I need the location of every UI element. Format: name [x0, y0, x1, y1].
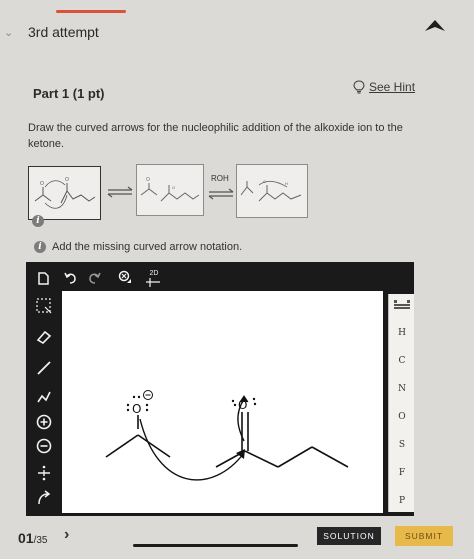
element-p[interactable]: P	[389, 496, 415, 506]
zoom-icon[interactable]	[118, 270, 132, 286]
plus-charge-icon[interactable]	[36, 414, 52, 430]
step-1-structure: O O	[34, 177, 96, 209]
ketone[interactable]: O	[215, 395, 349, 468]
undo-icon[interactable]	[64, 272, 77, 284]
eraser-icon[interactable]	[36, 330, 52, 344]
minus-charge-icon[interactable]	[36, 438, 52, 454]
part-title: Part 1 (1 pt)	[33, 86, 105, 101]
chain-icon[interactable]	[36, 388, 52, 404]
axis-icon	[146, 278, 160, 287]
reaction-structures: O O	[105, 390, 349, 481]
current-question: 01	[18, 530, 34, 546]
mechanism-step-3[interactable]: O H	[236, 164, 308, 218]
attempt-title: 3rd attempt	[28, 24, 99, 40]
scroll-indicator	[133, 544, 298, 547]
svg-text:O: O	[65, 177, 69, 183]
instruction-text: Add the missing curved arrow notation.	[52, 241, 243, 253]
mechanism-step-2[interactable]: O O	[136, 164, 204, 216]
collapse-up-icon[interactable]	[424, 18, 446, 32]
submit-button[interactable]: SUBMIT	[395, 526, 453, 546]
svg-text:O: O	[40, 181, 44, 187]
svg-text:O: O	[172, 185, 175, 190]
question-counter: 01/35	[18, 530, 47, 546]
lightbulb-icon	[353, 80, 365, 94]
document-icon[interactable]	[38, 272, 49, 285]
svg-text:O: O	[263, 179, 266, 184]
top-accent-rule	[56, 10, 126, 13]
question-text: Draw the curved arrows for the nucleophi…	[28, 122, 403, 150]
instruction-info-badge: i	[34, 241, 46, 253]
element-palette: H C N O S F P	[388, 294, 414, 512]
collapse-chevron-icon[interactable]: ⌄	[4, 26, 13, 39]
element-n[interactable]: N	[389, 384, 415, 394]
editor-left-toolbar	[26, 292, 62, 514]
svg-text:O: O	[132, 402, 141, 416]
reagent-label: ROH	[211, 174, 229, 183]
alkoxide-ion[interactable]: O	[105, 390, 171, 458]
2d-icon[interactable]: 2D	[146, 270, 162, 287]
step-2-structure: O O	[140, 177, 200, 202]
solution-button[interactable]: SOLUTION	[317, 527, 381, 545]
element-s[interactable]: S	[389, 440, 415, 450]
element-c[interactable]: C	[389, 356, 415, 366]
drawing-canvas[interactable]: O O	[62, 291, 383, 513]
step-1-info-badge[interactable]: i	[32, 215, 44, 227]
total-questions: /35	[33, 535, 48, 546]
step-3-structure: O H	[240, 179, 302, 202]
curved-arrow-icon[interactable]	[36, 490, 52, 506]
svg-text:H: H	[285, 181, 288, 186]
redo-icon[interactable]	[88, 272, 101, 284]
electrons-icon[interactable]	[36, 464, 52, 482]
element-f[interactable]: F	[389, 468, 415, 478]
2d-label: 2D	[149, 270, 159, 277]
hint-label: See Hint	[369, 80, 416, 94]
select-icon[interactable]	[36, 298, 52, 314]
editor-top-toolbar: 2D	[26, 262, 414, 292]
next-question-icon[interactable]: ›	[64, 526, 69, 544]
svg-text:O: O	[146, 177, 150, 183]
element-h[interactable]: H	[389, 328, 415, 338]
mechanism-step-1[interactable]: O O	[28, 166, 101, 220]
curved-arrow[interactable]	[139, 418, 245, 481]
periodic-table-icon[interactable]	[394, 300, 410, 310]
equilibrium-arrow-icon-2	[208, 188, 234, 200]
bond-icon[interactable]	[36, 360, 52, 376]
see-hint-link[interactable]: See Hint	[353, 79, 415, 95]
equilibrium-arrow-icon	[107, 186, 133, 198]
element-o[interactable]: O	[389, 412, 415, 422]
